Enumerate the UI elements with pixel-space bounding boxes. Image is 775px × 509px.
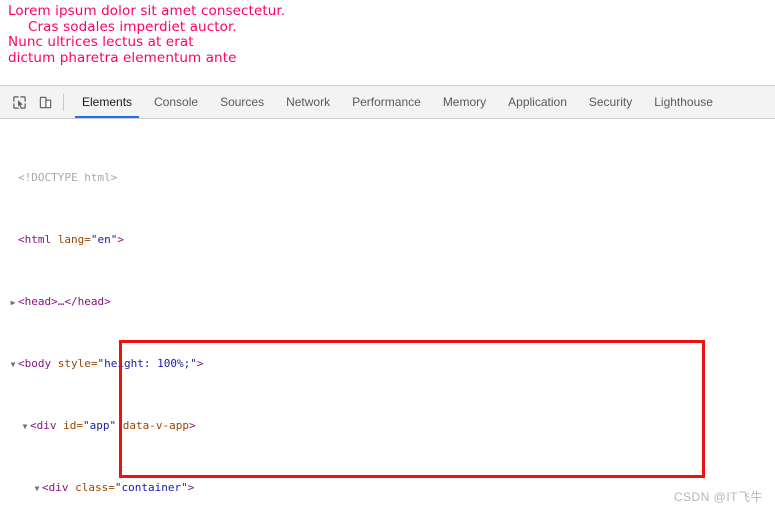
expand-arrow-body[interactable]: ▼: [8, 357, 18, 373]
preview-text-line-1: Lorem ipsum dolor sit amet consectetur.: [8, 3, 286, 19]
tag-div-app: div: [36, 418, 57, 432]
head-collapsed: <head>…</head>: [18, 294, 111, 308]
tag-body: body: [24, 356, 52, 370]
toolbar-divider: [63, 93, 64, 111]
dom-tree[interactable]: ▶<!DOCTYPE html> ▶<html lang="en"> ▶<hea…: [0, 119, 775, 509]
preview-text-line-4: dictum pharetra elementum ante: [8, 49, 237, 66]
attr-id-value: "app": [83, 418, 117, 432]
device-toolbar-icon[interactable]: [32, 89, 58, 115]
tag-div-container: div: [48, 480, 69, 494]
tab-security[interactable]: Security: [578, 86, 643, 118]
watermark: CSDN @IT飞牛: [673, 490, 763, 504]
dom-line-doctype[interactable]: ▶<!DOCTYPE html>: [0, 170, 775, 186]
dom-line-html[interactable]: ▶<html lang="en">: [0, 232, 775, 248]
attr-lang-value: "en": [90, 232, 118, 246]
attr-lang: lang: [57, 232, 85, 246]
attr-style-value: "height: 100%;": [97, 356, 197, 370]
tab-performance[interactable]: Performance: [341, 86, 432, 118]
devtools-tab-bar: Elements Console Sources Network Perform…: [71, 86, 724, 118]
dom-line-head[interactable]: ▶ <head>…</head>: [0, 294, 775, 310]
tab-application[interactable]: Application: [497, 86, 578, 118]
tab-memory[interactable]: Memory: [432, 86, 497, 118]
tab-elements[interactable]: Elements: [71, 86, 143, 118]
dom-line-body[interactable]: ▼ <body style="height: 100%;">: [0, 356, 775, 372]
dom-line-div-container[interactable]: ▼ <div class="container">: [0, 480, 775, 496]
inspect-element-icon[interactable]: [6, 89, 32, 115]
doctype-text: <!DOCTYPE html>: [18, 170, 118, 184]
tab-console[interactable]: Console: [143, 86, 209, 118]
tab-lighthouse[interactable]: Lighthouse: [643, 86, 724, 118]
rendered-page-preview: Lorem ipsum dolor sit amet consectetur. …: [0, 0, 775, 85]
tab-sources[interactable]: Sources: [209, 86, 275, 118]
expand-arrow-container[interactable]: ▼: [32, 481, 42, 497]
dom-line-div-app[interactable]: ▼ <div id="app" data-v-app>: [0, 418, 775, 434]
attr-style: style: [57, 356, 91, 370]
tab-network[interactable]: Network: [275, 86, 341, 118]
tag-html: html: [24, 232, 52, 246]
preview-text-line-2: Cras sodales imperdiet auctor.: [28, 18, 237, 35]
attr-class-value: "container": [114, 480, 188, 494]
expand-arrow-head[interactable]: ▶: [8, 295, 18, 311]
devtools-panel: Elements Console Sources Network Perform…: [0, 85, 775, 509]
expand-arrow-app[interactable]: ▼: [20, 419, 30, 435]
devtools-toolbar: Elements Console Sources Network Perform…: [0, 86, 775, 119]
attr-data-v-app: data-v-app: [122, 418, 189, 432]
attr-id: id: [63, 418, 77, 432]
attr-class: class: [75, 480, 109, 494]
preview-text-line-3: Nunc ultrices lectus at erat: [8, 34, 194, 51]
